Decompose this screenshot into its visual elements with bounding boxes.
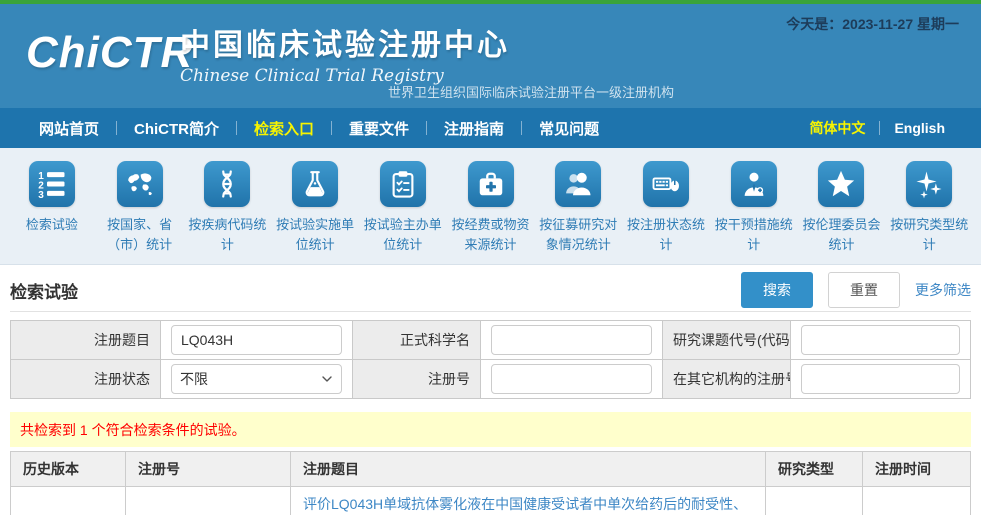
search-button[interactable]: 搜索 <box>741 272 813 308</box>
registered-title-input[interactable] <box>171 325 342 355</box>
toolbar-item-by-study-type[interactable]: 按研究类型统计 <box>885 161 973 255</box>
page-title: 检索试验 <box>10 278 78 303</box>
clipboard-icon <box>380 161 426 207</box>
registration-number-label: 注册号 <box>353 360 481 399</box>
toolbar-item-search-trials[interactable]: 123 检索试验 <box>8 161 96 255</box>
result-count-message: 共检索到 1 个符合检索条件的试验。 <box>10 412 971 447</box>
nav-item-important-documents[interactable]: 重要文件 <box>332 118 426 139</box>
main-nav: 网站首页 ChiCTR简介 检索入口 重要文件 注册指南 常见问题 简体中文 E… <box>0 108 981 148</box>
registration-number-input[interactable] <box>491 364 652 394</box>
nav-language-switch: 简体中文 English <box>795 118 959 138</box>
other-registry-number-input[interactable] <box>801 364 960 394</box>
people-icon <box>555 161 601 207</box>
sparkles-icon <box>906 161 952 207</box>
registration-status-select-wrap: 不限 <box>171 364 342 394</box>
toolbar-item-by-implementing-unit[interactable]: 按试验实施单位统计 <box>271 161 359 255</box>
site-title-block: 中国临床试验注册中心 Chinese Clinical Trial Regist… <box>180 20 510 86</box>
toolbar-item-label: 按研究类型统计 <box>885 215 973 255</box>
toolbar-item-by-recruitment-status[interactable]: 按征募研究对象情况统计 <box>534 161 622 255</box>
toolbar-item-by-funding-source[interactable]: 按经费或物资来源统计 <box>447 161 535 255</box>
col-header-registration-date: 注册时间 <box>863 452 971 487</box>
trial-title-link[interactable]: 评价LQ043H单域抗体雾化液在中国健康受试者中单次给药后的耐受性、安全性、 .… <box>303 494 753 515</box>
scientific-name-label: 正式科学名 <box>353 321 481 360</box>
col-header-study-type: 研究类型 <box>766 452 863 487</box>
world-map-icon <box>117 161 163 207</box>
toolbar-item-label: 按试验实施单位统计 <box>271 215 359 255</box>
nav-item-home[interactable]: 网站首页 <box>22 118 116 139</box>
statistics-toolbar: 123 检索试验 按国家、省（市）统计 按疾病代码统计 按试验实施单位统计 <box>0 148 981 265</box>
medical-bag-icon <box>468 161 514 207</box>
study-type-cell: 干预性研究 <box>766 487 863 515</box>
col-header-history-version: 历史版本 <box>11 452 126 487</box>
toolbar-item-by-disease-code[interactable]: 按疾病代码统计 <box>183 161 271 255</box>
scientific-name-input[interactable] <box>491 325 652 355</box>
toolbar-item-by-sponsor-unit[interactable]: 按试验主办单位统计 <box>359 161 447 255</box>
registration-number-cell: ChiCTR2300069500 <box>126 487 291 515</box>
star-icon <box>818 161 864 207</box>
nav-item-about[interactable]: ChiCTR简介 <box>117 118 236 139</box>
registered-title-label: 注册题目 <box>11 321 161 360</box>
site-logo[interactable]: ChiCTR <box>26 28 193 78</box>
current-date: 今天是：2023-11-27 星期一 <box>786 14 959 34</box>
toolbar-item-label: 按注册状态统计 <box>622 215 710 255</box>
toolbar-item-label: 按国家、省（市）统计 <box>96 215 184 255</box>
toolbar-item-by-country[interactable]: 按国家、省（市）统计 <box>96 161 184 255</box>
toolbar-item-label: 按征募研究对象情况统计 <box>534 215 622 255</box>
site-subtitle: 世界卫生组织国际临床试验注册平台一级注册机构 <box>388 82 674 101</box>
reset-button[interactable]: 重置 <box>828 272 900 308</box>
doctor-icon <box>731 161 777 207</box>
registration-date-cell: 2023/03/20 <box>863 487 971 515</box>
search-form-table: 注册题目 正式科学名 研究课题代号(代码) 注册状态 不限 注册号 <box>10 320 971 399</box>
nav-item-search-entry[interactable]: 检索入口 <box>237 118 331 139</box>
toolbar-item-by-ethics-committee[interactable]: 按伦理委员会统计 <box>798 161 886 255</box>
nav-item-faq[interactable]: 常见问题 <box>522 118 616 139</box>
study-code-label: 研究课题代号(代码) <box>663 321 791 360</box>
toolbar-item-label: 按伦理委员会统计 <box>798 215 886 255</box>
toolbar-item-label: 按干预措施统计 <box>710 215 798 255</box>
lang-english-link[interactable]: English <box>880 120 959 136</box>
site-title-cn: 中国临床试验注册中心 <box>180 20 510 64</box>
site-header: ChiCTR 中国临床试验注册中心 Chinese Clinical Trial… <box>0 4 981 108</box>
results-header-row: 历史版本 注册号 注册题目 研究类型 注册时间 <box>11 452 971 487</box>
study-code-input[interactable] <box>801 325 960 355</box>
toolbar-item-label: 按经费或物资来源统计 <box>447 215 535 255</box>
dna-icon <box>204 161 250 207</box>
registration-status-label: 注册状态 <box>11 360 161 399</box>
toolbar-item-by-registration-status[interactable]: 按注册状态统计 <box>622 161 710 255</box>
table-row: 历史版本 ChiCTR2300069500 评价LQ043H单域抗体雾化液在中国… <box>11 487 971 515</box>
lang-chinese-link[interactable]: 简体中文 <box>795 118 879 138</box>
other-registry-number-label: 在其它机构的注册号 <box>663 360 791 399</box>
col-header-registration-number: 注册号 <box>126 452 291 487</box>
registration-status-select[interactable]: 不限 <box>171 364 342 394</box>
toolbar-item-label: 检索试验 <box>26 215 78 235</box>
search-section-header: 检索试验 搜索 重置 更多筛选 <box>10 273 971 307</box>
section-divider <box>10 311 971 312</box>
nav-item-registration-guide[interactable]: 注册指南 <box>427 118 521 139</box>
search-actions: 搜索 重置 更多筛选 <box>741 272 971 308</box>
toolbar-item-label: 按疾病代码统计 <box>183 215 271 255</box>
svg-text:3: 3 <box>38 190 44 199</box>
results-table: 历史版本 注册号 注册题目 研究类型 注册时间 历史版本 ChiCTR23000… <box>10 451 971 515</box>
flask-icon <box>292 161 338 207</box>
main-content: 检索试验 搜索 重置 更多筛选 注册题目 正式科学名 研究课题代号(代码) 注册… <box>0 273 981 515</box>
toolbar-item-label: 按试验主办单位统计 <box>359 215 447 255</box>
numbered-list-icon: 123 <box>29 161 75 207</box>
more-filters-link[interactable]: 更多筛选 <box>915 280 971 300</box>
keyboard-mouse-icon <box>643 161 689 207</box>
col-header-registered-title: 注册题目 <box>291 452 766 487</box>
page: ChiCTR 中国临床试验注册中心 Chinese Clinical Trial… <box>0 0 981 515</box>
toolbar-item-by-intervention[interactable]: 按干预措施统计 <box>710 161 798 255</box>
